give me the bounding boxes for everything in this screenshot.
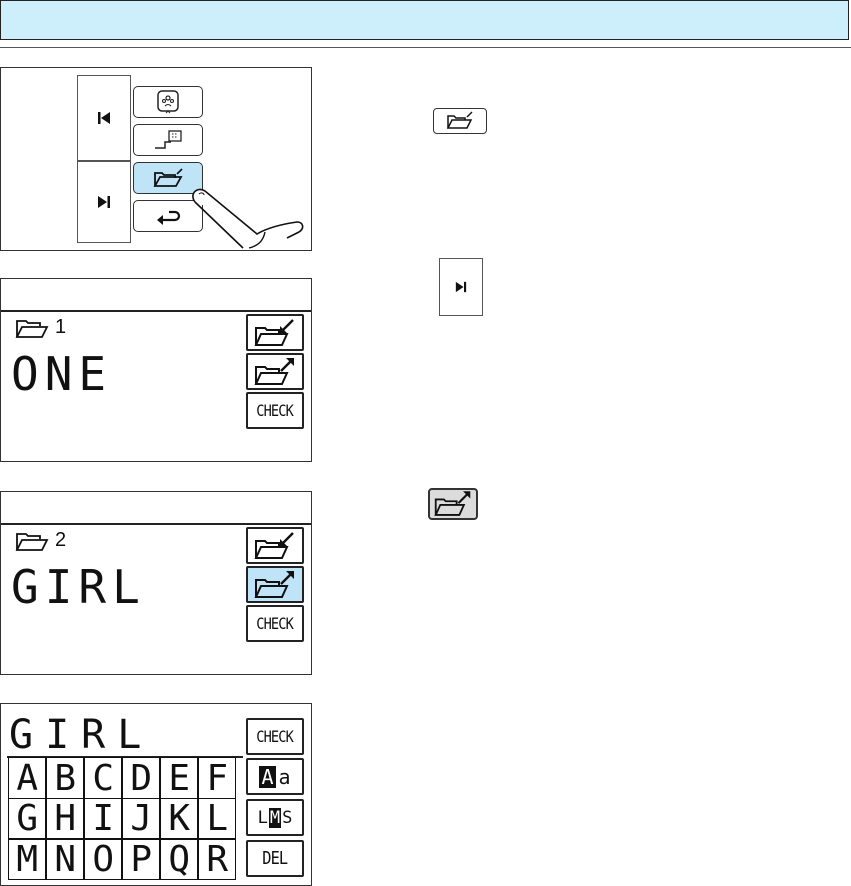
folder-number: 1 (55, 316, 67, 338)
lcd-divider (1, 523, 311, 525)
folder-export-icon (434, 491, 471, 516)
saved-word: ONE (11, 347, 113, 401)
input-word: GIRL (9, 712, 154, 758)
size-s-label: S (282, 807, 293, 828)
key-n[interactable]: N (46, 838, 85, 881)
header-rule (0, 47, 851, 48)
lcd-divider (1, 310, 311, 312)
key-k[interactable]: K (160, 797, 199, 840)
size-m-label: M (268, 807, 282, 828)
check-button[interactable]: CHECK (246, 392, 304, 429)
check-label: CHECK (256, 401, 295, 420)
folder-export-icon (254, 357, 294, 385)
stitch-pattern-button[interactable] (133, 124, 203, 156)
case-toggle-button[interactable]: A a (246, 758, 304, 795)
folder-open-icon (446, 111, 473, 129)
folder-indicator: 1 (15, 316, 66, 339)
load-folder-button[interactable] (246, 527, 304, 564)
return-arrow-icon (157, 210, 181, 225)
key-g[interactable]: G (8, 797, 47, 840)
key-m[interactable]: M (8, 838, 47, 881)
save-folder-button[interactable] (246, 353, 304, 390)
pointing-hand-illustration (192, 188, 304, 249)
save-folder-button[interactable] (246, 566, 304, 603)
key-e[interactable]: E (160, 757, 199, 800)
embroidery-pattern-button[interactable] (133, 86, 203, 118)
key-r[interactable]: R (198, 838, 237, 881)
next-page-button[interactable] (77, 161, 131, 243)
key-f[interactable]: F (198, 757, 237, 800)
check-button[interactable]: CHECK (246, 605, 304, 642)
lcd-screen-folder-1: 1 ONE CHECK (0, 278, 312, 462)
illustration-panel-buttons (0, 67, 312, 251)
key-p[interactable]: P (122, 838, 161, 881)
size-l-label: L (257, 807, 268, 828)
check-button[interactable]: CHECK (246, 718, 304, 755)
key-c[interactable]: C (84, 757, 123, 800)
key-b[interactable]: B (46, 757, 85, 800)
save-folder-button-reference (428, 488, 478, 520)
folder-indicator: 2 (15, 529, 66, 552)
folder-import-icon (254, 531, 294, 559)
key-i[interactable]: I (84, 797, 123, 840)
lcd-screen-folder-2: 2 GIRL CHECK (0, 491, 312, 675)
previous-page-button[interactable] (77, 75, 131, 161)
folder-import-icon (254, 318, 294, 346)
check-label: CHECK (256, 727, 295, 746)
delete-label: DEL (262, 848, 288, 869)
header-bar (0, 0, 849, 40)
key-h[interactable]: H (46, 797, 85, 840)
key-l[interactable]: L (198, 797, 237, 840)
key-o[interactable]: O (84, 838, 123, 881)
load-folder-button[interactable] (246, 314, 304, 351)
folder-open-icon (153, 168, 183, 187)
flower-hoop-icon (157, 90, 179, 114)
folder-export-icon (254, 570, 294, 598)
next-page-icon (98, 196, 110, 208)
memory-folder-button-reference (433, 108, 487, 134)
key-a[interactable]: A (8, 757, 47, 800)
folder-icon (15, 532, 49, 551)
key-d[interactable]: D (122, 757, 161, 800)
case-lower-label: a (278, 764, 291, 789)
character-keyboard: A B C D E F G H I J K L M N O P Q R (8, 757, 237, 881)
lcd-screen-keyboard: GIRL A B C D E F G H I J K L M N O P Q R… (0, 703, 312, 886)
key-q[interactable]: Q (160, 838, 199, 881)
case-upper-label: A (259, 764, 276, 789)
folder-number: 2 (55, 529, 67, 551)
next-page-button-reference (439, 258, 483, 316)
size-toggle-button[interactable]: L M S (246, 799, 304, 836)
stitch-edit-icon (155, 130, 182, 149)
saved-word: GIRL (11, 560, 146, 614)
delete-button[interactable]: DEL (246, 840, 304, 877)
check-label: CHECK (256, 614, 295, 633)
folder-icon (15, 319, 49, 338)
next-page-icon (455, 281, 467, 293)
previous-page-icon (98, 112, 110, 124)
key-j[interactable]: J (122, 797, 161, 840)
